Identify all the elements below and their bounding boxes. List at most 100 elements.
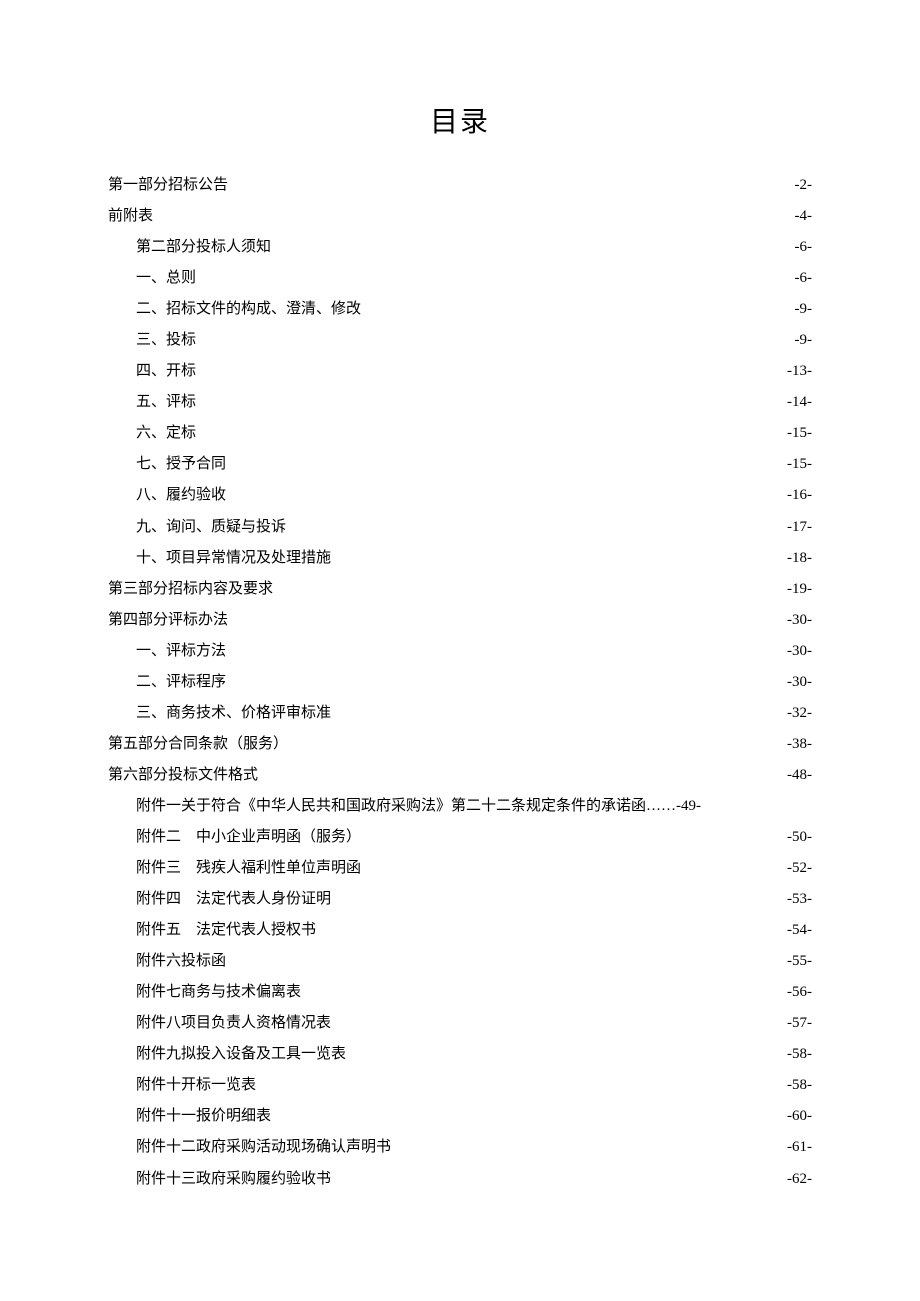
toc-entry-page: -58- xyxy=(785,1070,812,1101)
toc-entry-page: -15- xyxy=(785,418,812,449)
toc-entry: 第六部分投标文件格式 -48- xyxy=(108,760,812,791)
toc-entry-label: 附件二 中小企业声明函（服务） xyxy=(136,822,361,853)
toc-entry-label: 二、招标文件的构成、澄清、修改 xyxy=(136,294,361,325)
toc-entry-page: -30- xyxy=(785,636,812,667)
toc-entry-page: -54- xyxy=(785,915,812,946)
toc-dot-leader xyxy=(331,888,785,903)
toc-entry-page: -50- xyxy=(785,822,812,853)
toc-entry-label: 附件四 法定代表人身份证明 xyxy=(136,884,331,915)
toc-entry: 附件八项目负责人资格情况表-57- xyxy=(108,1008,812,1039)
toc-entry-label: 第五部分合同条款（服务） xyxy=(108,729,288,760)
toc-entry-label: 附件八项目负责人资格情况表 xyxy=(136,1008,331,1039)
toc-entry-label: 附件十二政府采购活动现场确认声明书 xyxy=(136,1132,391,1163)
toc-entry-label: 一、评标方法 xyxy=(136,636,226,667)
toc-entry-label: 附件十开标一览表 xyxy=(136,1070,256,1101)
toc-entry: 第一部分招标公告-2- xyxy=(108,170,812,201)
toc-entry: 五、评标-14- xyxy=(108,387,812,418)
toc-entry: 第四部分评标办法 -30- xyxy=(108,605,812,636)
toc-entry: 附件十开标一览表 -58- xyxy=(108,1070,812,1101)
toc-entry: 附件三 残疾人福利性单位声明函-52- xyxy=(108,853,812,884)
toc-entry: 四、开标 -13- xyxy=(108,356,812,387)
toc-entry: 八、履约验收-16- xyxy=(108,480,812,511)
toc-entry: 附件十二政府采购活动现场确认声明书 -61- xyxy=(108,1132,812,1163)
toc-entry: 二、招标文件的构成、澄清、修改 -9- xyxy=(108,294,812,325)
toc-dot-leader xyxy=(331,1168,785,1183)
toc-entry-page: -32- xyxy=(785,698,812,729)
toc-entry-label: 七、授予合同 xyxy=(136,449,226,480)
toc-entry: 二、评标程序-30- xyxy=(108,667,812,698)
toc-dot-leader xyxy=(361,826,785,841)
toc-entry-page: -48- xyxy=(785,760,812,791)
toc-dot-leader xyxy=(273,578,785,593)
toc-entry: 第五部分合同条款（服务）-38- xyxy=(108,729,812,760)
toc-dot-leader xyxy=(331,547,785,562)
toc-dot-leader xyxy=(286,516,785,531)
toc-entry-label: 二、评标程序 xyxy=(136,667,226,698)
toc-dot-leader xyxy=(316,919,785,934)
toc-entry-label: 附件六投标函 xyxy=(136,946,226,977)
toc-entry: 第二部分投标人须知 -6- xyxy=(108,232,812,263)
toc-entry: 附件一关于符合《中华人民共和国政府采购法》第二十二条规定条件的承诺函……-49- xyxy=(108,791,812,822)
toc-entry: 附件七商务与技术偏离表-56- xyxy=(108,977,812,1008)
toc-entry-label: 四、开标 xyxy=(136,356,196,387)
toc-dot-leader xyxy=(228,174,792,189)
toc-entry-page: -6- xyxy=(793,263,813,294)
toc-entry-label: 三、商务技术、价格评审标准 xyxy=(136,698,331,729)
toc-dot-leader xyxy=(346,1043,785,1058)
toc-entry: 三、投标-9- xyxy=(108,325,812,356)
toc-entry: 附件九拟投入设备及工具一览表 -58- xyxy=(108,1039,812,1070)
toc-dot-leader xyxy=(391,1136,785,1151)
toc-entry-label: 附件一关于符合《中华人民共和国政府采购法》第二十二条规定条件的承诺函……-49- xyxy=(136,791,701,822)
toc-entry-label: 一、总则 xyxy=(136,263,196,294)
toc-entry-label: 九、询问、质疑与投诉 xyxy=(136,512,286,543)
toc-dot-leader xyxy=(228,609,785,624)
toc-dot-leader xyxy=(226,453,785,468)
toc-entry-label: 五、评标 xyxy=(136,387,196,418)
toc-dot-leader xyxy=(331,702,785,717)
toc-dot-leader xyxy=(288,733,785,748)
toc-dot-leader xyxy=(361,298,792,313)
toc-entry-page: -60- xyxy=(785,1101,812,1132)
toc-entry: 附件五 法定代表人授权书-54- xyxy=(108,915,812,946)
toc-entry-label: 第三部分招标内容及要求 xyxy=(108,574,273,605)
toc-entry-label: 附件十三政府采购履约验收书 xyxy=(136,1164,331,1195)
toc-entry-page: -52- xyxy=(785,853,812,884)
toc-entry: 附件十一报价明细表 -60- xyxy=(108,1101,812,1132)
toc-dot-leader xyxy=(196,360,785,375)
toc-entry-label: 第四部分评标办法 xyxy=(108,605,228,636)
toc-dot-leader xyxy=(226,484,785,499)
toc-entry-page: -62- xyxy=(785,1164,812,1195)
toc-entry-label: 附件七商务与技术偏离表 xyxy=(136,977,301,1008)
toc-entry-page: -15- xyxy=(785,449,812,480)
toc-entry-page: -13- xyxy=(785,356,812,387)
toc-dot-leader xyxy=(196,391,785,406)
toc-entry-page: -6- xyxy=(793,232,813,263)
toc-entry-page: -58- xyxy=(785,1039,812,1070)
toc-title: 目录 xyxy=(108,100,812,140)
toc-dot-leader xyxy=(226,640,785,655)
toc-entry-page: -55- xyxy=(785,946,812,977)
toc-entry-label: 附件十一报价明细表 xyxy=(136,1101,271,1132)
toc-dot-leader xyxy=(226,950,785,965)
toc-dot-leader xyxy=(331,1012,785,1027)
toc-dot-leader xyxy=(258,764,785,779)
toc-entry: 一、评标方法 -30- xyxy=(108,636,812,667)
toc-entry-label: 十、项目异常情况及处理措施 xyxy=(136,543,331,574)
toc-dot-leader xyxy=(256,1074,785,1089)
toc-entry-page: -61- xyxy=(785,1132,812,1163)
toc-entry: 九、询问、质疑与投诉 -17- xyxy=(108,512,812,543)
toc-entry-page: -30- xyxy=(785,605,812,636)
toc-entry: 六、定标 -15- xyxy=(108,418,812,449)
toc-dot-leader xyxy=(196,329,792,344)
toc-entry: 七、授予合同 -15- xyxy=(108,449,812,480)
toc-entry-page: -9- xyxy=(793,294,813,325)
toc-entry-label: 附件九拟投入设备及工具一览表 xyxy=(136,1039,346,1070)
toc-entry-label: 第六部分投标文件格式 xyxy=(108,760,258,791)
toc-entry-label: 第二部分投标人须知 xyxy=(136,232,271,263)
toc-entry: 附件六投标函 -55- xyxy=(108,946,812,977)
toc-entry: 前附表-4- xyxy=(108,201,812,232)
toc-entry-page: -17- xyxy=(785,512,812,543)
toc-entry-label: 六、定标 xyxy=(136,418,196,449)
toc-dot-leader xyxy=(271,1105,785,1120)
toc-entry-page: -16- xyxy=(785,480,812,511)
